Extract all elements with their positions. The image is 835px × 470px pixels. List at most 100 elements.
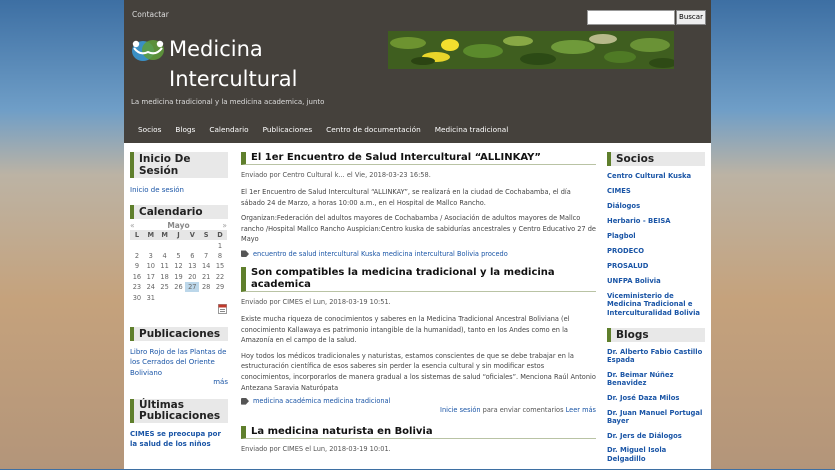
calendar-day [213, 292, 227, 302]
tag-links[interactable]: encuentro de salud intercultural Kuska m… [253, 250, 508, 258]
calendar-next-button[interactable]: » [222, 221, 227, 230]
socio-link[interactable]: CIMES [607, 187, 705, 196]
socio-link[interactable]: Plagbol [607, 232, 705, 241]
right-sidebar: Socios Centro Cultural Kuska CIMES Diálogo… [607, 152, 705, 470]
publications-more-link[interactable]: más [213, 378, 228, 386]
socio-link[interactable]: PRODECO [607, 247, 705, 256]
calendar-day[interactable]: 1 [213, 240, 227, 250]
ical-feed-icon[interactable] [218, 303, 227, 314]
nav-publicaciones[interactable]: Publicaciones [263, 125, 313, 134]
calendar-day[interactable]: 30 [130, 292, 144, 302]
logo-icon[interactable] [130, 38, 166, 62]
calendar-weekday: S [199, 230, 214, 241]
left-sidebar: Inicio De Sesión Inicio de sesión Calend… [130, 152, 228, 449]
nav-calendario[interactable]: Calendario [209, 125, 248, 134]
article-3: La medicina naturista en Bolivia Enviado… [241, 426, 596, 454]
socio-link[interactable]: Centro Cultural Kuska [607, 172, 705, 181]
calendar-day[interactable]: 8 [213, 251, 227, 261]
blog-link[interactable]: Dr. Miguel Isola Delgadillo [607, 446, 705, 463]
calendar-day[interactable]: 15 [213, 261, 227, 271]
nav-centro-documentacion[interactable]: Centro de documentación [326, 125, 421, 134]
article-meta: Enviado por Centro Cultural k... el Vie,… [241, 171, 431, 179]
calendar-day[interactable]: 22 [213, 272, 227, 282]
article-links: Inicie sesión para enviar comentarios Le… [241, 406, 596, 414]
calendar-day[interactable]: 31 [144, 292, 158, 302]
calendar-day[interactable]: 21 [199, 272, 213, 282]
read-more-link[interactable]: Leer más [566, 406, 596, 414]
article-paragraph: El 1er Encuentro de Salud Intercultural … [241, 188, 571, 207]
calendar-day[interactable]: 9 [130, 261, 144, 271]
calendar-weekday: J [171, 230, 186, 241]
tag-icon [241, 250, 249, 258]
publication-link[interactable]: Libro Rojo de las Plantas de los Cerrado… [130, 348, 226, 377]
calendar-day[interactable]: 16 [130, 272, 144, 282]
calendar-day[interactable]: 5 [172, 251, 186, 261]
calendar-day[interactable]: 2 [130, 251, 144, 261]
calendar-day[interactable]: 26 [172, 282, 186, 292]
calendar-weekday: L [130, 230, 144, 241]
blog-link[interactable]: Dr. Beimar Núñez Benavidez [607, 371, 705, 388]
search-input[interactable] [587, 10, 675, 25]
nav-blogs[interactable]: Blogs [175, 125, 195, 134]
calendar-day[interactable]: 3 [144, 251, 158, 261]
article-meta: Enviado por CIMES el Lun, 2018-03-19 10:… [241, 297, 391, 306]
calendar-day[interactable]: 28 [199, 282, 213, 292]
main-nav: Socios Blogs Calendario Publicaciones Ce… [138, 125, 522, 134]
socio-link[interactable]: Viceministerio de Medicina Tradicional e… [607, 292, 705, 318]
blog-link[interactable]: Dr. Juan Manuel Portugal Bayer [607, 409, 705, 426]
calendar-day[interactable]: 10 [144, 261, 158, 271]
blog-link[interactable]: Dr. Jers de Diálogos [607, 432, 705, 441]
site-name[interactable]: Medicina Intercultural [169, 34, 329, 94]
page: Contactar Buscar Medicina Intercultural … [124, 0, 711, 469]
calendar-day[interactable]: 25 [158, 282, 172, 292]
calendar-day[interactable]: 12 [172, 261, 186, 271]
calendar-weekday: V [185, 230, 200, 241]
socios-block-title: Socios [607, 152, 705, 166]
calendar-day [130, 240, 144, 250]
calendar-day[interactable]: 29 [213, 282, 227, 292]
calendar-day[interactable]: 11 [158, 261, 172, 271]
site-slogan: La medicina tradicional y la medicina ac… [131, 98, 325, 106]
calendar-day[interactable]: 6 [185, 251, 199, 261]
calendar-header: « Mayo » [130, 221, 227, 230]
socio-link[interactable]: UNFPA Bolivia [607, 277, 705, 286]
calendar-day[interactable]: 19 [172, 272, 186, 282]
calendar-day[interactable]: 23 [130, 282, 144, 292]
calendar-day[interactable]: 7 [199, 251, 213, 261]
calendar-day[interactable]: 13 [185, 261, 199, 271]
calendar-day[interactable]: 4 [158, 251, 172, 261]
calendar-day[interactable]: 27 [185, 281, 200, 293]
calendar-day[interactable]: 17 [144, 272, 158, 282]
calendar-day[interactable]: 24 [144, 282, 158, 292]
article-1: El 1er Encuentro de Salud Intercultural … [241, 152, 596, 258]
publications-block-title: Publicaciones [130, 326, 228, 341]
calendar-day [185, 240, 199, 250]
blog-link[interactable]: Dr. Alberto Fabio Castillo Espada [607, 348, 705, 365]
calendar-prev-button[interactable]: « [130, 221, 135, 230]
socio-link[interactable]: Herbario - BEISA [607, 217, 705, 226]
calendar-day [158, 292, 172, 302]
article-title[interactable]: La medicina naturista en Bolivia [241, 426, 596, 440]
calendar-day[interactable]: 14 [199, 261, 213, 271]
calendar-day[interactable]: 20 [185, 272, 199, 282]
site-header: Contactar Buscar Medicina Intercultural … [124, 0, 711, 143]
blog-link[interactable]: Dr. José Daza Milos [607, 394, 705, 403]
article-title[interactable]: El 1er Encuentro de Salud Intercultural … [241, 152, 596, 165]
calendar-day[interactable]: 18 [158, 272, 172, 282]
socio-link[interactable]: PROSALUD [607, 262, 705, 271]
socio-link[interactable]: Diálogos [607, 202, 705, 211]
article-title[interactable]: Son compatibles la medicina tradicional … [241, 266, 596, 292]
calendar-block-title: Calendario [130, 205, 228, 219]
nav-medicina-tradicional[interactable]: Medicina tradicional [435, 125, 509, 134]
calendar-day [158, 240, 172, 250]
latest-publication-link[interactable]: CIMES se preocupa por la salud de los ni… [130, 430, 221, 448]
login-to-comment-link[interactable]: Inicie sesión [440, 406, 481, 414]
contact-link[interactable]: Contactar [132, 10, 169, 19]
nav-socios[interactable]: Socios [138, 125, 161, 134]
article-tags: medicina académica medicina tradicional [241, 397, 596, 405]
tag-links[interactable]: medicina académica medicina tradicional [253, 397, 390, 405]
login-link[interactable]: Inicio de sesión [130, 186, 184, 194]
article-paragraph: Hoy todos los médicos tradicionales y na… [241, 351, 596, 392]
search-button[interactable]: Buscar [676, 10, 706, 25]
calendar-weekday: M [157, 230, 172, 241]
